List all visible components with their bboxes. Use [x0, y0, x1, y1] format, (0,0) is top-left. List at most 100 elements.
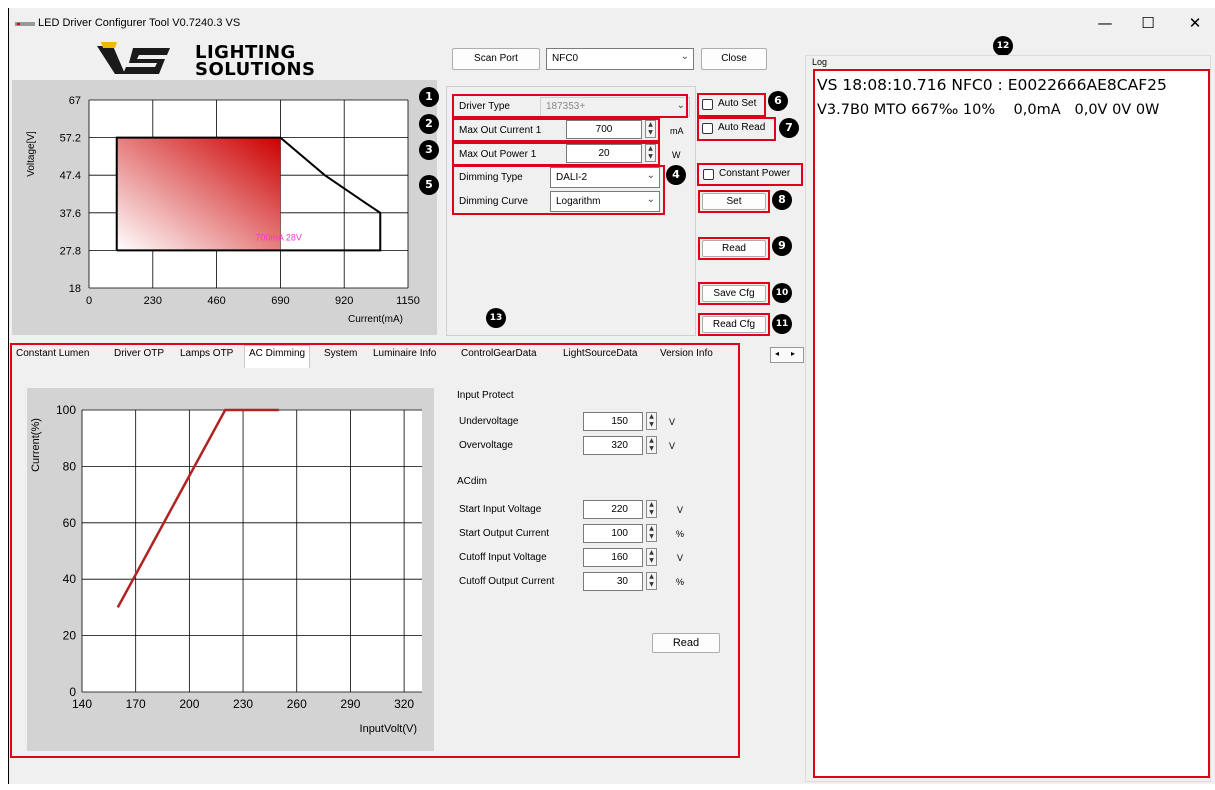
highlight-max-current [452, 118, 660, 142]
down-arrow-icon: ▼ [649, 557, 654, 564]
x-tick-label: 920 [335, 295, 353, 307]
tab-lamps-otp[interactable]: Lamps OTP [180, 348, 233, 359]
cutoff-input-voltage-unit: V [677, 553, 684, 563]
y-tick-label: 20 [63, 629, 77, 643]
highlight-save-cfg [698, 282, 770, 305]
cutoff-input-voltage-label: Cutoff Input Voltage [459, 552, 547, 563]
start-output-current-unit: % [676, 529, 685, 539]
y-tick-label: 100 [56, 403, 76, 417]
badge-13: 13 [486, 308, 506, 328]
highlight-auto-set [697, 93, 766, 117]
ac-dimming-chart-panel: 140 170 200 230 260 290 320 0 20 40 60 80 100 InputVo… [27, 388, 434, 751]
log-title: Log [812, 57, 828, 67]
tab-control-gear-data[interactable]: ControlGearData [461, 348, 537, 359]
up-arrow-icon: ▲ [649, 413, 654, 420]
minimize-button[interactable]: — [1090, 12, 1120, 34]
x-tick-label: 260 [287, 697, 307, 711]
tab-ac-dimming[interactable]: AC Dimming [244, 345, 311, 368]
down-arrow-icon: ▼ [649, 445, 654, 452]
undervoltage-input[interactable]: 150 [583, 412, 643, 431]
x-tick-label: 170 [126, 697, 146, 711]
max-out-power-unit: W [672, 150, 681, 160]
y-tick-label: 40 [63, 572, 77, 586]
y-tick-label: 60 [63, 516, 77, 530]
start-output-current-input[interactable]: 100 [583, 524, 643, 543]
log-line-2: V3.7B0 MTO 667‰ 10% 0,0mA 0,0V 0V 0W [817, 102, 1160, 118]
cutoff-input-voltage-input[interactable]: 160 [583, 548, 643, 567]
input-protect-title: Input Protect [457, 390, 514, 401]
scan-port-button[interactable]: Scan Port [452, 48, 540, 70]
x-tick-label: 200 [179, 697, 199, 711]
badge-3: 3 [419, 140, 439, 160]
overvoltage-unit: V [669, 441, 676, 451]
down-arrow-icon: ▼ [649, 509, 654, 516]
cutoff-output-current-stepper[interactable]: ▲ ▼ [646, 572, 657, 590]
log-line-1: VS 18:08:10.716 NFC0 : E0022666AE8CAF25 [817, 76, 1167, 94]
start-input-voltage-unit: V [677, 505, 684, 515]
tab-system[interactable]: System [324, 348, 357, 359]
scroll-right-icon[interactable]: ▸ [791, 349, 795, 358]
overvoltage-input[interactable]: 320 [583, 436, 643, 455]
start-input-voltage-input[interactable]: 220 [583, 500, 643, 519]
highlight-dimming [452, 165, 665, 215]
x-axis-label: InputVolt(V) [360, 723, 417, 735]
company-logo: LIGHTING SOLUTIONS [95, 42, 315, 80]
tab-scroll-buttons: ◂ ▸ [770, 347, 804, 363]
highlight-max-power [452, 142, 660, 166]
tab-constant-lumen[interactable]: Constant Lumen [16, 348, 89, 359]
up-arrow-icon: ▲ [649, 525, 654, 532]
badge-7: 7 [779, 118, 799, 138]
x-tick-label: 0 [86, 295, 92, 307]
cutoff-output-current-input[interactable]: 30 [583, 572, 643, 591]
y-tick-label: 37.6 [60, 208, 81, 220]
up-arrow-icon: ▲ [649, 437, 654, 444]
voltage-current-chart-panel: 700mA 28V 0 230 460 690 920 1150 18 27.8 37.6 47.4… [12, 80, 437, 335]
badge-11: 11 [772, 314, 792, 334]
cutoff-input-voltage-stepper[interactable]: ▲ ▼ [646, 548, 657, 566]
y-tick-label: 57.2 [60, 133, 81, 145]
port-select-value: NFC0 [552, 53, 579, 64]
voltage-current-chart: 700mA 28V 0 230 460 690 920 1150 18 27.8 37.6 47.4… [26, 95, 420, 325]
undervoltage-unit: V [669, 417, 676, 427]
ac-dimming-chart: 140 170 200 230 260 290 320 0 20 40 60 80 100 InputVo… [30, 403, 422, 735]
max-out-current-unit: mA [670, 126, 684, 136]
window-title: LED Driver Configurer Tool V0.7240.3 VS [38, 17, 241, 29]
up-arrow-icon: ▲ [649, 573, 654, 580]
badge-6: 6 [768, 91, 788, 111]
tab-driver-otp[interactable]: Driver OTP [114, 348, 164, 359]
x-tick-label: 1150 [396, 295, 420, 307]
badge-1: 1 [419, 87, 439, 107]
undervoltage-stepper[interactable]: ▲ ▼ [646, 412, 657, 430]
start-output-current-stepper[interactable]: ▲ ▼ [646, 524, 657, 542]
down-arrow-icon: ▼ [649, 533, 654, 540]
y-tick-label: 18 [69, 283, 81, 295]
maximize-button[interactable]: ☐ [1133, 12, 1163, 34]
log-textarea[interactable]: VS 18:08:10.716 NFC0 : E0022666AE8CAF25 … [813, 69, 1210, 778]
port-select[interactable]: NFC0 ⌄ [546, 48, 694, 70]
scroll-left-icon[interactable]: ◂ [775, 349, 779, 358]
close-button[interactable]: Close [701, 48, 767, 70]
start-input-voltage-stepper[interactable]: ▲ ▼ [646, 500, 657, 518]
badge-8: 8 [772, 190, 792, 210]
vs-logo-mark-icon [97, 42, 170, 74]
start-input-voltage-label: Start Input Voltage [459, 504, 542, 515]
up-arrow-icon: ▲ [649, 549, 654, 556]
badge-4: 4 [666, 165, 686, 185]
logo-line2: SOLUTIONS [195, 59, 316, 80]
highlight-driver-type [452, 94, 688, 118]
x-axis-label: Current(mA) [348, 314, 403, 325]
x-tick-label: 690 [271, 295, 289, 307]
badge-12: 12 [993, 36, 1013, 56]
tab-version-info[interactable]: Version Info [660, 348, 713, 359]
close-window-button[interactable]: ✕ [1180, 12, 1210, 34]
highlight-auto-read [697, 117, 776, 141]
undervoltage-label: Undervoltage [459, 416, 519, 427]
y-axis-label: Current(%) [30, 418, 42, 472]
overvoltage-stepper[interactable]: ▲ ▼ [646, 436, 657, 454]
start-output-current-label: Start Output Current [459, 528, 550, 539]
y-tick-label: 47.4 [60, 170, 81, 182]
tab-luminaire-info[interactable]: Luminaire Info [373, 348, 436, 359]
acdim-title: ACdim [457, 476, 488, 487]
tab-light-source-data[interactable]: LightSourceData [563, 348, 638, 359]
ac-dimming-read-button[interactable]: Read [652, 633, 720, 653]
